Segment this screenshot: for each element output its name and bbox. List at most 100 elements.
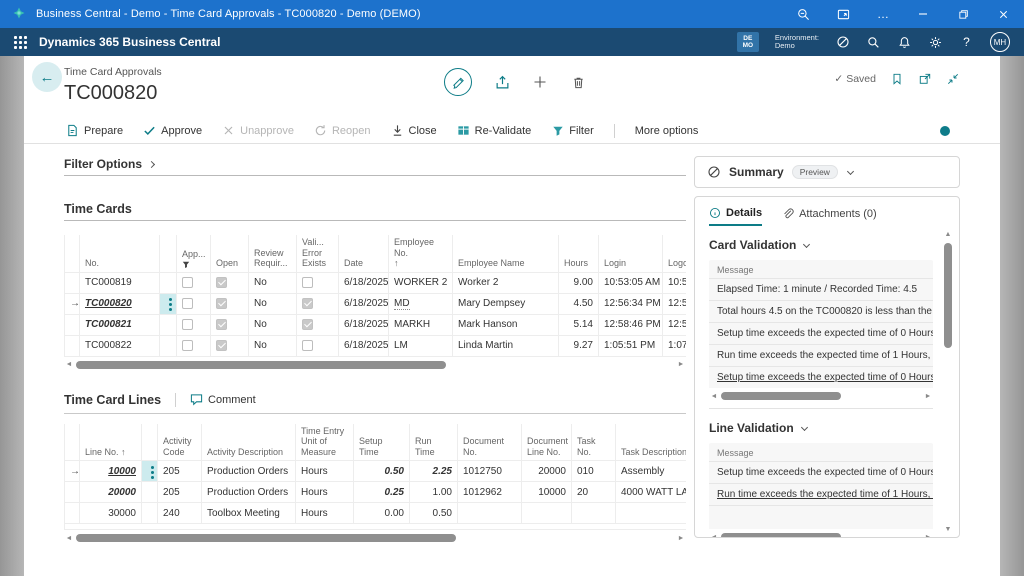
card-validation-hscrollbar[interactable]: ◄ ► [709, 390, 933, 402]
close-timecard-button[interactable]: Close [391, 124, 437, 137]
line-no-value[interactable]: 20000 [80, 482, 142, 503]
line-no-value[interactable]: 10000 [80, 461, 142, 482]
environment-badge[interactable]: DE MO [737, 32, 759, 52]
copilot-icon[interactable] [835, 35, 850, 50]
col-logout[interactable]: Logou [663, 235, 687, 272]
tab-details[interactable]: Details [709, 207, 762, 226]
filter-options-section[interactable]: Filter Options [64, 157, 686, 176]
run-time-value[interactable]: 2.25 [410, 461, 458, 482]
task-description-value[interactable]: 4000 WATT LA [616, 482, 687, 503]
back-button[interactable]: ← [32, 62, 62, 92]
col-no[interactable]: No. [80, 235, 160, 272]
employee-name-link[interactable]: Mark Hanson [453, 314, 559, 335]
employee-name-link[interactable]: Linda Martin [453, 335, 559, 356]
line-no-value[interactable]: 30000 [80, 503, 142, 524]
review-required-value[interactable]: No [249, 314, 297, 335]
document-no-value[interactable]: 1012962 [458, 482, 522, 503]
employee-no-value[interactable]: MARKH [389, 314, 453, 335]
logout-value[interactable]: 12:5 [663, 314, 687, 335]
date-value[interactable]: 6/18/2025 [339, 272, 389, 293]
login-value[interactable]: 12:56:34 PM [599, 293, 663, 314]
setup-time-value[interactable]: 0.25 [354, 482, 410, 503]
col-document-no[interactable]: Document No. [458, 424, 522, 461]
time-card-lines-hscrollbar[interactable]: ◄ ► [64, 532, 686, 544]
employee-no-value[interactable]: WORKER 2 [389, 272, 453, 293]
prepare-button[interactable]: Prepare [66, 124, 123, 137]
validation-message[interactable]: Total hours 4.5 on the TC000820 is less … [709, 300, 933, 322]
col-hours[interactable]: Hours [559, 235, 599, 272]
share-button[interactable] [494, 74, 510, 90]
tab-attachments[interactable]: Attachments (0) [782, 207, 877, 226]
col-activity-description[interactable]: Activity Description [202, 424, 296, 461]
task-no-value[interactable]: 20 [572, 482, 616, 503]
task-description-value[interactable]: Assembly [616, 461, 687, 482]
more-menu-icon[interactable]: … [876, 7, 890, 21]
table-row-selected[interactable]: → TC000820 No 6/18/2025 MD Mary Dempsey … [65, 293, 687, 314]
edit-button[interactable] [444, 68, 472, 96]
logout-value[interactable]: 12:57 [663, 293, 687, 314]
comment-button[interactable]: Comment [190, 393, 256, 406]
task-no-value[interactable]: 010 [572, 461, 616, 482]
table-row[interactable]: 30000 240 Toolbox Meeting Hours 0.00 0.5… [65, 503, 687, 524]
message-column-header[interactable]: Message [709, 443, 933, 461]
setup-time-value[interactable]: 0.50 [354, 461, 410, 482]
date-value[interactable]: 6/18/2025 [339, 293, 389, 314]
col-activity-code[interactable]: Activity Code [158, 424, 202, 461]
document-line-no-value[interactable] [522, 503, 572, 524]
line-validation-section[interactable]: Line Validation [709, 421, 933, 435]
info-indicator-dot[interactable] [940, 126, 950, 136]
col-validation-error[interactable]: Vali... Error Exists [297, 235, 339, 272]
col-task-no[interactable]: Task No. [572, 424, 616, 461]
uom-value[interactable]: Hours [296, 482, 354, 503]
bookmark-icon[interactable] [890, 72, 904, 86]
restore-icon[interactable] [956, 7, 970, 21]
line-validation-hscrollbar[interactable]: ◄ ► [709, 531, 933, 538]
validation-message[interactable]: Setup time exceeds the expected time of … [709, 322, 933, 344]
employee-name-link[interactable]: Worker 2 [453, 272, 559, 293]
login-value[interactable]: 1:05:51 PM [599, 335, 663, 356]
new-button[interactable] [532, 74, 548, 90]
review-required-value[interactable]: No [249, 272, 297, 293]
col-setup-time[interactable]: Setup Time [354, 424, 410, 461]
activity-code-value[interactable]: 205 [158, 461, 202, 482]
time-cards-hscrollbar[interactable]: ◄ ► [64, 359, 686, 371]
help-icon[interactable]: ? [959, 35, 974, 50]
timecard-no-link[interactable]: TC000820 [80, 293, 160, 314]
col-date[interactable]: Date [339, 235, 389, 272]
table-row[interactable]: TC000821 No 6/18/2025 MARKH Mark Hanson … [65, 314, 687, 335]
minimize-icon[interactable] [916, 7, 930, 21]
table-row[interactable]: TC000822 No 6/18/2025 LM Linda Martin 9.… [65, 335, 687, 356]
close-icon[interactable] [996, 7, 1010, 21]
hours-value[interactable]: 5.14 [559, 314, 599, 335]
hours-value[interactable]: 9.27 [559, 335, 599, 356]
notifications-bell-icon[interactable] [897, 35, 912, 50]
activity-description-link[interactable]: Production Orders [202, 461, 296, 482]
user-avatar[interactable]: MH [990, 32, 1010, 52]
table-row[interactable]: TC000819 No 6/18/2025 WORKER 2 Worker 2 … [65, 272, 687, 293]
validation-message[interactable]: Elapsed Time: 1 minute / Recorded Time: … [709, 278, 933, 300]
run-time-value[interactable]: 0.50 [410, 503, 458, 524]
approve-button[interactable]: Approve [143, 124, 202, 137]
col-task-description[interactable]: Task Description [616, 424, 687, 461]
table-row-selected[interactable]: → 10000 205 Production Orders Hours 0.50… [65, 461, 687, 482]
review-required-value[interactable]: No [249, 293, 297, 314]
setup-time-value[interactable]: 0.00 [354, 503, 410, 524]
validation-message-focused[interactable]: Setup time exceeds the expected time of … [709, 366, 933, 388]
col-run-time[interactable]: Run Time [410, 424, 458, 461]
task-no-value[interactable] [572, 503, 616, 524]
timecard-no-link[interactable]: TC000819 [80, 272, 160, 293]
uom-value[interactable]: Hours [296, 503, 354, 524]
col-employee-name[interactable]: Employee Name [453, 235, 559, 272]
hours-value[interactable]: 9.00 [559, 272, 599, 293]
open-in-new-window-icon[interactable] [918, 72, 932, 86]
date-value[interactable]: 6/18/2025 [339, 335, 389, 356]
filter-button[interactable]: Filter [551, 124, 593, 137]
validation-message-focused[interactable]: Run time exceeds the expected time of 1 … [709, 483, 933, 505]
activity-code-value[interactable]: 205 [158, 482, 202, 503]
uom-value[interactable]: Hours [296, 461, 354, 482]
nav-app-title[interactable]: Dynamics 365 Business Central [39, 35, 737, 49]
card-validation-section[interactable]: Card Validation [709, 238, 933, 252]
message-column-header[interactable]: Message [709, 260, 933, 278]
validation-message[interactable]: Setup time exceeds the expected time of … [709, 461, 933, 483]
document-no-value[interactable] [458, 503, 522, 524]
